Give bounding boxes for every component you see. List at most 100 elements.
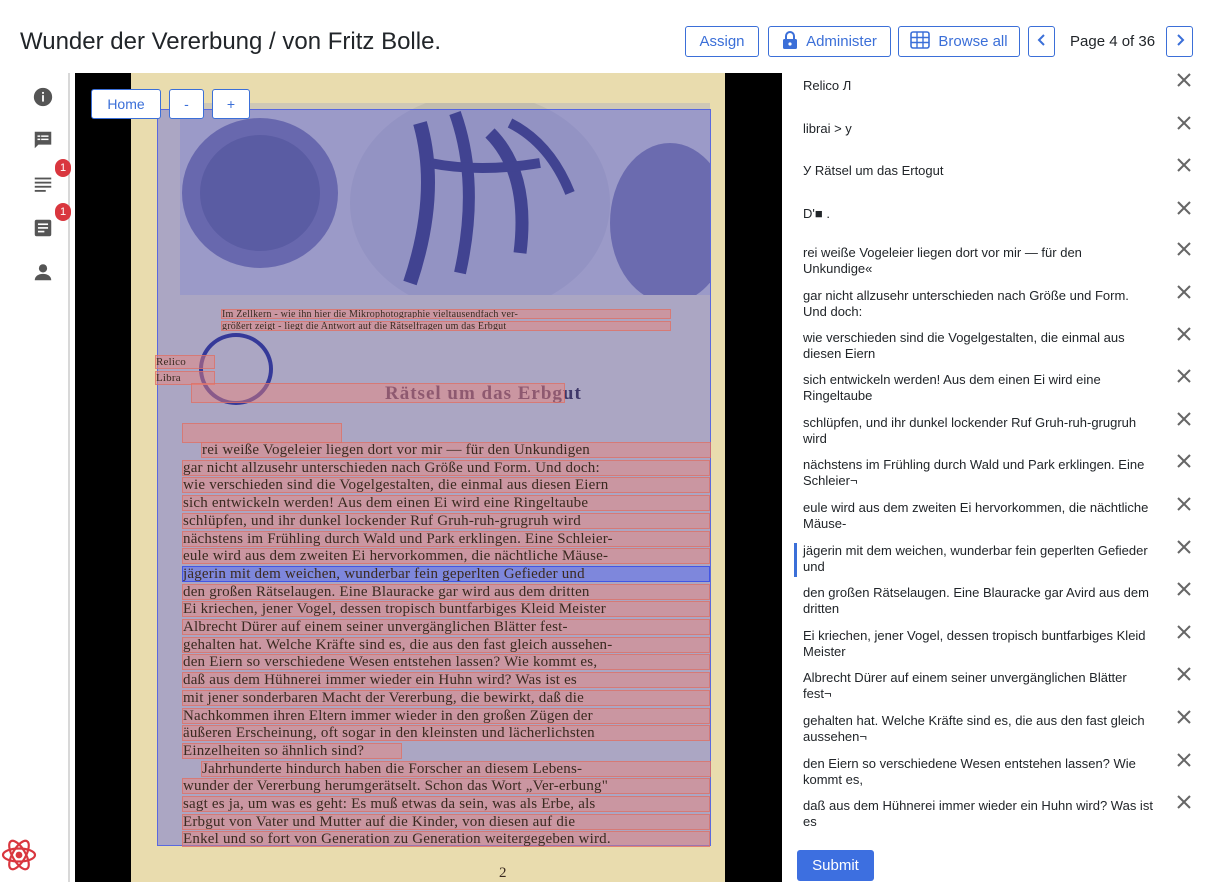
assign-button[interactable]: Assign bbox=[685, 26, 759, 57]
transcription-text[interactable]: Albrecht Dürer auf einem seiner unvergän… bbox=[803, 670, 1153, 702]
scan-text-line[interactable]: den großen Rätselaugen. Eine Blauracke g… bbox=[182, 584, 710, 600]
close-icon[interactable] bbox=[1176, 157, 1192, 173]
user-icon[interactable] bbox=[32, 261, 54, 283]
notes-icon[interactable] bbox=[32, 217, 54, 239]
scan-text-line[interactable]: mit jener sonderbaren Macht der Vererbun… bbox=[182, 690, 710, 706]
transcription-row[interactable]: nächstens im Frühling durch Wald und Par… bbox=[794, 454, 1214, 493]
transcription-text[interactable]: sich entwickeln werden! Aus dem einen Ei… bbox=[803, 372, 1153, 404]
chevron-left-icon bbox=[1037, 33, 1047, 51]
transcription-text[interactable]: Relico Л bbox=[803, 78, 1153, 94]
scan-text-line[interactable]: Einzelheiten so ähnlich sind? bbox=[182, 743, 402, 759]
scan-text-line[interactable]: den Eiern so verschiedene Wesen entstehe… bbox=[182, 654, 710, 670]
scan-text-line[interactable]: Jahrhunderte hindurch haben die Forscher… bbox=[201, 761, 711, 777]
close-icon[interactable] bbox=[1176, 453, 1192, 469]
transcription-text[interactable]: rei weiße Vogeleier liegen dort vor mir … bbox=[803, 245, 1153, 277]
transcription-row[interactable]: jägerin mit dem weichen, wunderbar fein … bbox=[794, 540, 1214, 579]
scan-text-line[interactable]: äußeren Erscheinung, oft sogar in den kl… bbox=[182, 725, 710, 741]
transcription-row[interactable]: Albrecht Dürer auf einem seiner unvergän… bbox=[794, 667, 1214, 706]
scan-text-line[interactable]: Erbgut von Vater und Mutter auf die Kind… bbox=[182, 814, 710, 830]
transcription-row[interactable]: librai > y bbox=[794, 116, 1214, 155]
transcription-row[interactable]: den Eiern so verschiedene Wesen entstehe… bbox=[794, 753, 1214, 792]
caption-line-1[interactable]: Im Zellkern - wie ihn hier die Mikrophot… bbox=[221, 309, 671, 319]
scan-text-line[interactable]: wie verschieden sind die Vogelgestalten,… bbox=[182, 477, 710, 493]
close-icon[interactable] bbox=[1176, 539, 1192, 555]
scan-text-line[interactable]: rei weiße Vogeleier liegen dort vor mir … bbox=[201, 442, 711, 458]
close-icon[interactable] bbox=[1176, 581, 1192, 597]
close-icon[interactable] bbox=[1176, 326, 1192, 342]
close-icon[interactable] bbox=[1176, 241, 1192, 257]
scan-text-line[interactable]: gehalten hat. Welche Kräfte sind es, die… bbox=[182, 637, 710, 653]
transcription-text[interactable]: den großen Rätselaugen. Eine Blauracke g… bbox=[803, 585, 1153, 617]
scan-text-line[interactable]: Nachkommen ihren Eltern immer wieder in … bbox=[182, 708, 710, 724]
transcription-text[interactable]: den Eiern so verschiedene Wesen entstehe… bbox=[803, 756, 1153, 788]
close-icon[interactable] bbox=[1176, 72, 1192, 88]
transcription-text[interactable]: nächstens im Frühling durch Wald und Par… bbox=[803, 457, 1153, 489]
zoom-out-button[interactable]: - bbox=[169, 89, 204, 119]
prev-page-button[interactable] bbox=[1028, 26, 1055, 57]
scan-text-line[interactable]: wunder der Vererbung herumgerätselt. Sch… bbox=[182, 778, 710, 794]
stamp-line-1[interactable]: Relico bbox=[155, 355, 215, 369]
submit-button[interactable]: Submit bbox=[797, 850, 874, 881]
transcription-text[interactable]: gar nicht allzusehr unterschieden nach G… bbox=[803, 288, 1153, 320]
close-icon[interactable] bbox=[1176, 752, 1192, 768]
transcription-row[interactable]: У Rätsel um das Ertogut bbox=[794, 158, 1214, 197]
home-button[interactable]: Home bbox=[91, 89, 161, 119]
close-icon[interactable] bbox=[1176, 368, 1192, 384]
transcription-text[interactable]: daß aus dem Hühnerei immer wieder ein Hu… bbox=[803, 798, 1153, 830]
browse-all-button[interactable]: Browse all bbox=[898, 26, 1020, 57]
scan-text-line[interactable]: Enkel und so fort von Generation zu Gene… bbox=[182, 831, 710, 847]
dropcap-line[interactable] bbox=[182, 423, 342, 443]
next-page-button[interactable] bbox=[1166, 26, 1193, 57]
transcription-text[interactable]: librai > y bbox=[803, 121, 1153, 137]
administer-button[interactable]: Administer bbox=[768, 26, 891, 57]
comments-icon[interactable] bbox=[32, 129, 54, 151]
scan-text-line[interactable]: gar nicht allzusehr unterschieden nach G… bbox=[182, 460, 710, 476]
scan-text-line[interactable]: daß aus dem Hühnerei immer wieder ein Hu… bbox=[182, 672, 710, 688]
zoom-in-button[interactable]: + bbox=[212, 89, 250, 119]
transcription-row[interactable]: eule wird aus dem zweiten Ei hervorkomme… bbox=[794, 497, 1214, 536]
transcription-row[interactable]: daß aus dem Hühnerei immer wieder ein Hu… bbox=[794, 795, 1214, 834]
transcription-lines-icon[interactable] bbox=[32, 173, 54, 195]
transcription-text[interactable]: Ei kriechen, jener Vogel, dessen tropisc… bbox=[803, 628, 1153, 660]
info-icon[interactable] bbox=[32, 86, 54, 108]
transcription-row[interactable]: gehalten hat. Welche Kräfte sind es, die… bbox=[794, 710, 1214, 749]
transcription-row[interactable]: D'■ . bbox=[794, 201, 1214, 240]
transcription-text[interactable]: eule wird aus dem zweiten Ei hervorkomme… bbox=[803, 500, 1153, 532]
caption-line-2[interactable]: größert zeigt - liegt die Antwort auf di… bbox=[221, 321, 671, 331]
heading-line[interactable] bbox=[191, 383, 565, 403]
transcription-text[interactable]: jägerin mit dem weichen, wunderbar fein … bbox=[803, 543, 1153, 575]
close-icon[interactable] bbox=[1176, 115, 1192, 131]
transcription-row[interactable]: wie verschieden sind die Vogelgestalten,… bbox=[794, 327, 1214, 366]
transcription-row[interactable]: sich entwickeln werden! Aus dem einen Ei… bbox=[794, 369, 1214, 408]
transcription-row[interactable]: gar nicht allzusehr unterschieden nach G… bbox=[794, 285, 1214, 324]
transcription-text[interactable]: gehalten hat. Welche Kräfte sind es, die… bbox=[803, 713, 1153, 745]
transcription-text[interactable]: schlüpfen, und ihr dunkel lockender Ruf … bbox=[803, 415, 1153, 447]
close-icon[interactable] bbox=[1176, 284, 1192, 300]
scan-text-line[interactable]: nächstens im Frühling durch Wald und Par… bbox=[182, 531, 710, 547]
close-icon[interactable] bbox=[1176, 794, 1192, 810]
scan-text-line[interactable]: Ei kriechen, jener Vogel, dessen tropisc… bbox=[182, 601, 710, 617]
transcription-panel: Relico Л librai > y У Rätsel um das Ertogu… bbox=[782, 64, 1230, 882]
close-icon[interactable] bbox=[1176, 411, 1192, 427]
transcription-row[interactable]: rei weiße Vogeleier liegen dort vor mir … bbox=[794, 242, 1214, 281]
transcription-text[interactable]: wie verschieden sind die Vogelgestalten,… bbox=[803, 330, 1153, 362]
transcription-text[interactable]: D'■ . bbox=[803, 206, 1153, 222]
close-icon[interactable] bbox=[1176, 666, 1192, 682]
transcription-row[interactable]: den großen Rätselaugen. Eine Blauracke g… bbox=[794, 582, 1214, 621]
scan-text-line[interactable]: Albrecht Dürer auf einem seiner unvergän… bbox=[182, 619, 710, 635]
transcription-row[interactable]: Relico Л bbox=[794, 73, 1214, 112]
transcription-text[interactable]: У Rätsel um das Ertogut bbox=[803, 163, 1153, 179]
close-icon[interactable] bbox=[1176, 709, 1192, 725]
scan-text-line[interactable]: schlüpfen, und ihr dunkel lockender Ruf … bbox=[182, 513, 710, 529]
close-icon[interactable] bbox=[1176, 200, 1192, 216]
scan-text-line[interactable]: jägerin mit dem weichen, wunderbar fein … bbox=[182, 566, 710, 582]
scan-text-line[interactable]: eule wird aus dem zweiten Ei hervorkomme… bbox=[182, 548, 710, 564]
document-viewer[interactable]: Rätsel um das Erbgut 2 Im Zellkern - wie… bbox=[75, 73, 782, 882]
scan-text-line[interactable]: sich entwickeln werden! Aus dem einen Ei… bbox=[182, 495, 710, 511]
page-title: Wunder der Vererbung / von Fritz Bolle. bbox=[20, 28, 442, 55]
scan-text-line[interactable]: sagt es ja, um was es geht: Es muß etwas… bbox=[182, 796, 710, 812]
transcription-row[interactable]: Ei kriechen, jener Vogel, dessen tropisc… bbox=[794, 625, 1214, 664]
close-icon[interactable] bbox=[1176, 496, 1192, 512]
close-icon[interactable] bbox=[1176, 624, 1192, 640]
transcription-row[interactable]: schlüpfen, und ihr dunkel lockender Ruf … bbox=[794, 412, 1214, 451]
